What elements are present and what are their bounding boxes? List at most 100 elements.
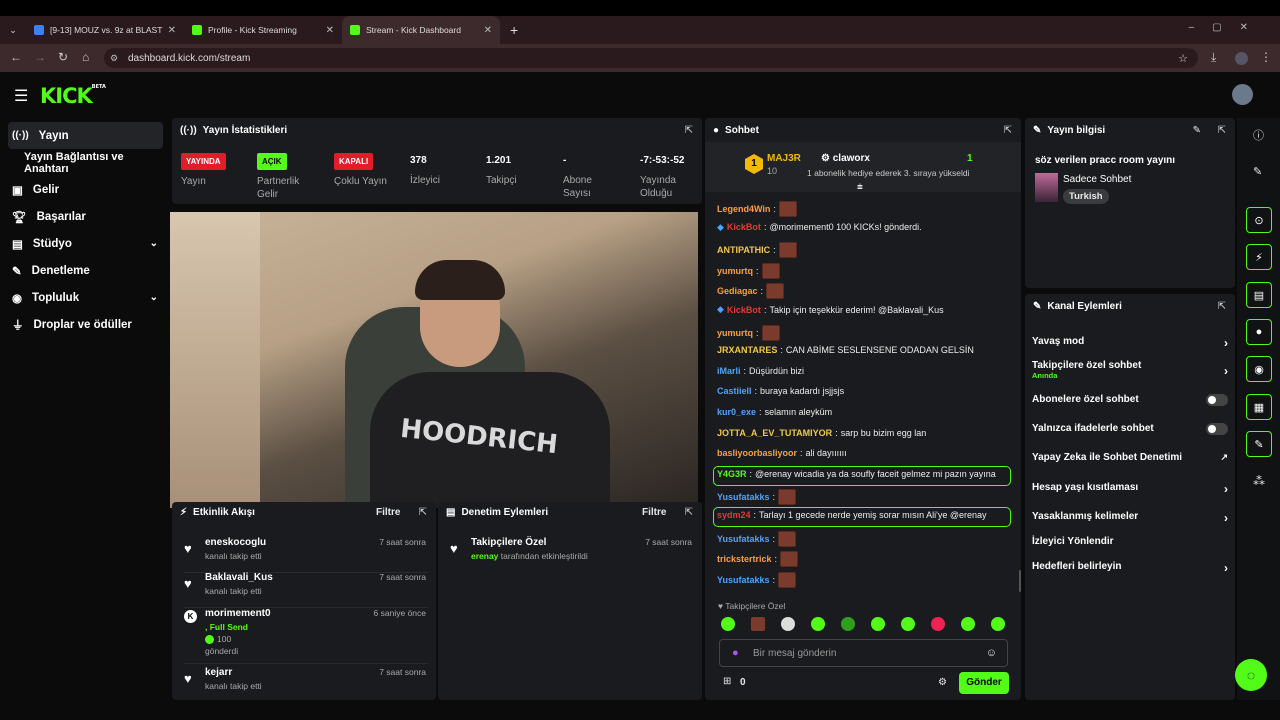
emote-icon[interactable] [751,617,765,631]
back-icon[interactable]: ← [10,50,22,64]
chat-username[interactable]: yumurtq [717,328,753,338]
edit-icon[interactable]: ✎ [1193,125,1201,136]
chat-input[interactable]: ● Bir mesaj gönderin ☺ [719,639,1008,667]
feed-username[interactable]: Baklavali_Kus [205,572,273,583]
emote-icon[interactable] [901,617,915,631]
chat-username[interactable]: Castiiell [717,386,752,396]
sidebar-item-studyo[interactable]: ▤ Stüdyo ⌄ [0,230,170,257]
filter-button[interactable]: Filtre [642,507,666,518]
browser-tab-1[interactable]: [9-13] MOUZ vs. 9z at BLAST C ✕ [26,16,184,44]
gifter-name[interactable]: claworx [833,153,870,164]
chat-username[interactable]: Yusufatakks [717,492,770,502]
microphone-icon[interactable]: ● [732,647,739,659]
chat-bubble-icon[interactable]: ● [1246,319,1272,345]
sidebar-item-stream-key[interactable]: Yayın Bağlantısı ve Anahtarı [0,149,170,176]
sidebar-item-droplar[interactable]: ⏚ Droplar ve ödüller [0,311,170,338]
emote-icon[interactable] [961,617,975,631]
chat-username[interactable]: KickBot [727,222,761,232]
wrench-icon[interactable]: ✎ [1246,431,1272,457]
url-field[interactable]: ⚙ dashboard.kick.com/stream ☆ [104,48,1198,68]
sidebar-item-basarilar[interactable]: 🏆︎ Başarılar [0,203,170,230]
emote-icon[interactable] [991,617,1005,631]
language-tag[interactable]: Turkish [1063,189,1109,204]
feed-username[interactable]: eneskocoglu [205,537,266,548]
followers-only-row[interactable]: Takipçilere özel sohbet Anında › [1032,360,1228,380]
kicks-wallet-icon[interactable]: ⊞ [723,676,731,687]
chat-username[interactable]: Gediagac [717,286,758,296]
chat-username[interactable]: trickstertrick [717,554,772,564]
support-chat-icon[interactable]: ◌ [1235,659,1267,691]
chat-username[interactable]: ANTIPATHIC [717,245,770,255]
sidebar-item-yayin[interactable]: ((·)) Yayın [8,122,163,149]
popout-icon[interactable]: ⇱ [685,125,693,136]
chat-username[interactable]: KickBot [727,305,761,315]
browser-menu-icon[interactable]: ⋮ [1260,50,1272,64]
pinned-username[interactable]: MAJ3R [767,153,801,164]
emote-only-toggle[interactable] [1206,423,1228,435]
chat-username[interactable]: Yusufatakks [717,534,770,544]
filter-button[interactable]: Filtre [376,507,400,518]
close-tab-icon[interactable]: ✕ [484,25,492,36]
emoji-icon[interactable]: ☺ [986,647,997,659]
chat-username[interactable]: JRXANTARES [717,345,777,355]
ai-moderation-row[interactable]: Yapay Zeka ile Sohbet Denetimi ↗ [1032,452,1228,463]
home-icon[interactable]: ⌂ [82,50,89,64]
emote-icon[interactable] [781,617,795,631]
camera-icon[interactable]: ⊙ [1246,207,1272,233]
window-controls[interactable]: –▢✕ [1189,22,1266,33]
profile-avatar-icon[interactable] [1235,52,1248,65]
chat-username[interactable]: Y4G3R [717,469,747,479]
sidebar-item-gelir[interactable]: ▣ Gelir [0,176,170,203]
broadcast-icon[interactable]: ◉ [1246,356,1272,382]
sidebar-item-denetleme[interactable]: ✎ Denetleme [0,257,170,284]
chat-username[interactable]: iMarli [717,366,741,376]
popout-icon[interactable]: ⇱ [685,507,693,518]
feed-username[interactable]: morimement0 [205,608,271,619]
user-list-icon[interactable]: ▦ [1246,394,1272,420]
emote-icon[interactable] [721,617,735,631]
hamburger-menu-icon[interactable]: ☰ [14,86,28,106]
emote-icon[interactable] [841,617,855,631]
slow-mode-row[interactable]: Yavaş mod › [1032,336,1228,350]
account-age-row[interactable]: Hesap yaşı kısıtlaması › [1032,482,1228,496]
reload-icon[interactable]: ↻ [58,50,68,64]
close-tab-icon[interactable]: ✕ [326,25,334,36]
chat-scrollbar[interactable] [1019,570,1021,592]
banned-words-row[interactable]: Yasaklanmış kelimeler › [1032,511,1228,525]
popout-icon[interactable]: ⇱ [419,507,427,518]
browser-tab-2[interactable]: Profile - Kick Streaming ✕ [184,16,342,44]
tab-search-icon[interactable]: ⌄ [0,16,26,44]
chat-username[interactable]: yumurtq [717,266,753,276]
goals-row[interactable]: Hedefleri belirleyin › [1032,561,1228,575]
emote-icon[interactable] [931,617,945,631]
feed-username[interactable]: kejarr [205,667,232,678]
chat-username[interactable]: Yusufatakks [717,575,770,585]
emote-icon[interactable] [871,617,885,631]
user-avatar[interactable] [1232,84,1253,105]
layout-icon[interactable]: ⁂ [1253,474,1265,488]
chat-username[interactable]: basliyoorbasliyoor [717,448,797,458]
chat-username[interactable]: kur0_exe [717,407,756,417]
send-button[interactable]: Gönder [959,672,1009,694]
collapse-icon[interactable]: ⩧ [857,182,863,193]
document-icon[interactable]: ▤ [1246,282,1272,308]
lightning-icon[interactable]: ⚡︎ [1246,244,1272,270]
kick-logo[interactable]: KICKBETA [40,84,106,108]
chat-username[interactable]: JOTTA_A_EV_TUTAMIYOR [717,428,832,438]
info-icon[interactable]: ⓘ [1253,127,1264,143]
chat-username[interactable]: sydm24 [717,510,751,520]
chat-settings-icon[interactable]: ⚙ [938,677,947,688]
subs-only-toggle[interactable] [1206,394,1228,406]
popout-icon[interactable]: ⇱ [1218,125,1226,136]
edit-icon[interactable]: ✎ [1253,165,1262,178]
popout-icon[interactable]: ⇱ [1218,301,1226,312]
stream-video-preview[interactable]: HOODRICH [170,212,698,508]
mod-username[interactable]: erenay [471,551,498,561]
popout-icon[interactable]: ⇱ [1004,125,1012,136]
browser-tab-3[interactable]: Stream - Kick Dashboard ✕ [342,16,500,44]
download-icon[interactable]: ⤓ [1211,50,1216,65]
host-row[interactable]: İzleyici Yönlendir [1032,536,1228,547]
emote-icon[interactable] [811,617,825,631]
new-tab-icon[interactable]: + [500,16,518,44]
bookmark-star-icon[interactable]: ☆ [1178,52,1188,65]
